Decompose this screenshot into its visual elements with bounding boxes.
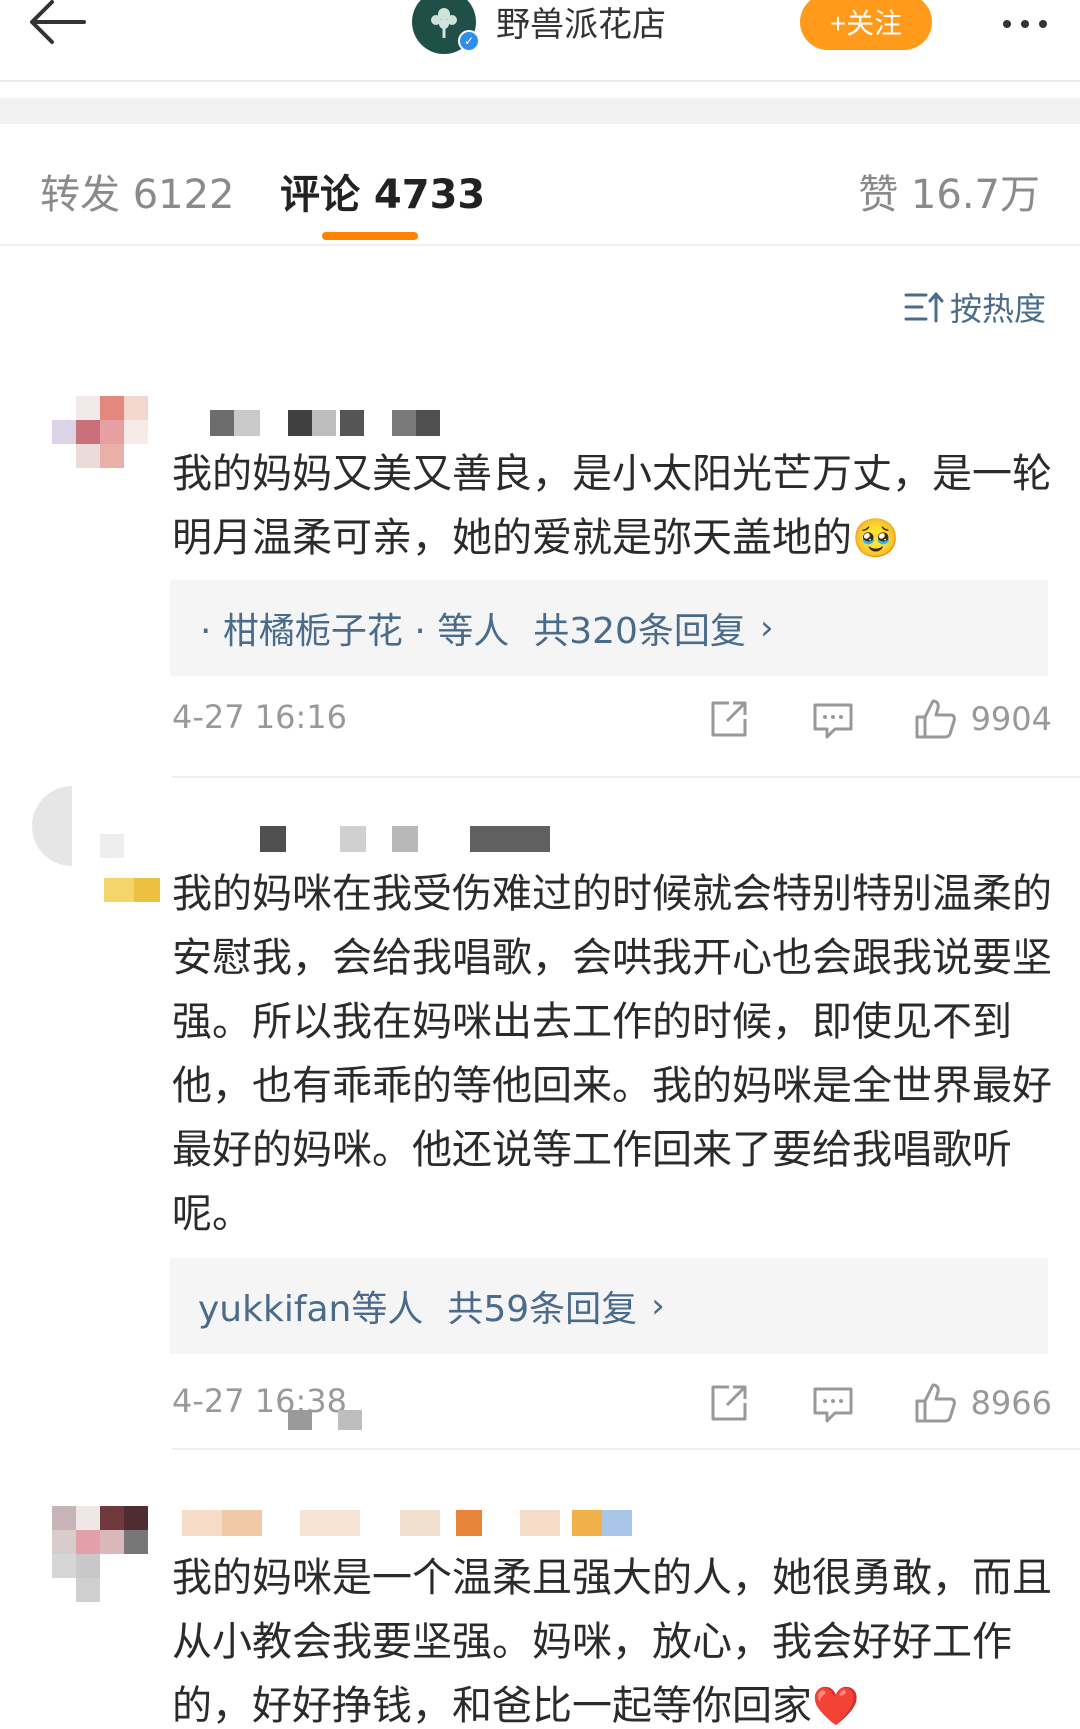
reply-count: 共320条回复 bbox=[533, 611, 746, 652]
comment-actions: 8966 bbox=[707, 1378, 1052, 1428]
teary-face-emoji-icon: 🥹 bbox=[852, 516, 900, 560]
active-tab-indicator bbox=[322, 232, 418, 240]
more-icon-dot bbox=[1039, 20, 1047, 28]
tab-like[interactable]: 赞 16.7万 bbox=[858, 162, 1040, 220]
divider bbox=[172, 776, 1080, 778]
comment-icon[interactable] bbox=[811, 1381, 855, 1425]
reply-count: 共59条回复 bbox=[447, 1289, 638, 1330]
avatar[interactable] bbox=[32, 786, 160, 902]
username-censored[interactable] bbox=[200, 826, 550, 852]
divider bbox=[172, 1448, 1080, 1450]
back-arrow-icon bbox=[30, 0, 86, 44]
account-info[interactable]: ✓ 野兽派花店 bbox=[412, 0, 666, 60]
back-button[interactable] bbox=[22, 0, 102, 56]
comment-text: 我的妈咪在我受伤难过的时候就会特别特别温柔的安慰我，会给我唱歌，会哄我开心也会跟… bbox=[172, 862, 1052, 1246]
censor-mosaic bbox=[288, 1410, 368, 1436]
reply-users: · 柑橘栀子花 · 等人 bbox=[200, 611, 510, 652]
more-icon bbox=[1003, 20, 1011, 28]
tab-bar: 转发 6122 评论 4733 赞 16.7万 bbox=[0, 124, 1080, 246]
comment-body: 我的妈咪在我受伤难过的时候就会特别特别温柔的安慰我，会给我唱歌，会哄我开心也会跟… bbox=[172, 871, 1052, 1237]
comment-item: 我的妈咪在我受伤难过的时候就会特别特别温柔的安慰我，会给我唱歌，会哄我开心也会跟… bbox=[0, 780, 1080, 1354]
red-heart-emoji-icon: ❤️ bbox=[812, 1684, 860, 1728]
replies-preview[interactable]: yukkifan等人 共59条回复 › bbox=[170, 1258, 1048, 1354]
replies-preview[interactable]: · 柑橘栀子花 · 等人 共320条回复 › bbox=[170, 580, 1048, 676]
username-censored[interactable] bbox=[182, 1510, 632, 1536]
share-icon[interactable] bbox=[707, 1381, 751, 1425]
share-icon[interactable] bbox=[707, 697, 751, 741]
sort-icon bbox=[904, 291, 944, 323]
reply-users: yukkifan等人 bbox=[198, 1289, 424, 1330]
more-button[interactable] bbox=[980, 0, 1070, 48]
comment-meta: 4-27 16:16 9904 bbox=[172, 694, 1052, 744]
comment-item: 我的妈咪是一个温柔且强大的人，她很勇敢，而且从小教会我要坚强。妈咪，放心，我会好… bbox=[0, 1500, 1080, 1729]
divider-band bbox=[0, 98, 1080, 124]
follow-button[interactable]: +关注 bbox=[800, 0, 932, 50]
comment-item: 我的妈妈又美又善良，是小太阳光芒万丈，是一轮明月温柔可亲，她的爱就是弥天盖地的🥹… bbox=[0, 380, 1080, 780]
comment-body: 我的妈咪是一个温柔且强大的人，她很勇敢，而且从小教会我要坚强。妈咪，放心，我会好… bbox=[172, 1555, 1052, 1729]
account-avatar[interactable]: ✓ bbox=[412, 0, 480, 54]
thumbs-up-icon bbox=[915, 1383, 956, 1423]
verified-icon: ✓ bbox=[458, 30, 480, 52]
top-bar: ✓ 野兽派花店 +关注 bbox=[0, 0, 1080, 82]
chevron-right-icon: › bbox=[759, 608, 774, 648]
username-censored[interactable] bbox=[200, 410, 500, 436]
more-icon-dot bbox=[1021, 20, 1029, 28]
tab-comment[interactable]: 评论 4733 bbox=[280, 162, 485, 220]
tab-repost[interactable]: 转发 6122 bbox=[40, 162, 235, 220]
avatar[interactable] bbox=[52, 396, 160, 504]
timestamp: 4-27 16:16 bbox=[172, 698, 348, 736]
like-button[interactable]: 8966 bbox=[913, 1381, 1052, 1425]
comment-actions: 9904 bbox=[707, 694, 1052, 744]
chevron-right-icon: › bbox=[651, 1286, 665, 1326]
account-name: 野兽派花店 bbox=[496, 4, 666, 45]
comment-text: 我的妈妈又美又善良，是小太阳光芒万丈，是一轮明月温柔可亲，她的爱就是弥天盖地的🥹 bbox=[172, 442, 1052, 570]
like-button[interactable]: 9904 bbox=[913, 697, 1052, 741]
comment-text: 我的妈咪是一个温柔且强大的人，她很勇敢，而且从小教会我要坚强。妈咪，放心，我会好… bbox=[172, 1546, 1052, 1729]
comment-body: 我的妈妈又美又善良，是小太阳光芒万丈，是一轮明月温柔可亲，她的爱就是弥天盖地的 bbox=[172, 451, 1052, 561]
comment-icon[interactable] bbox=[811, 697, 855, 741]
thumbs-up-icon bbox=[915, 699, 956, 739]
like-count: 9904 bbox=[970, 700, 1052, 738]
sort-label: 按热度 bbox=[949, 290, 1046, 328]
avatar[interactable] bbox=[52, 1506, 160, 1614]
like-count: 8966 bbox=[970, 1384, 1052, 1422]
sort-button[interactable]: 按热度 bbox=[904, 284, 1046, 330]
